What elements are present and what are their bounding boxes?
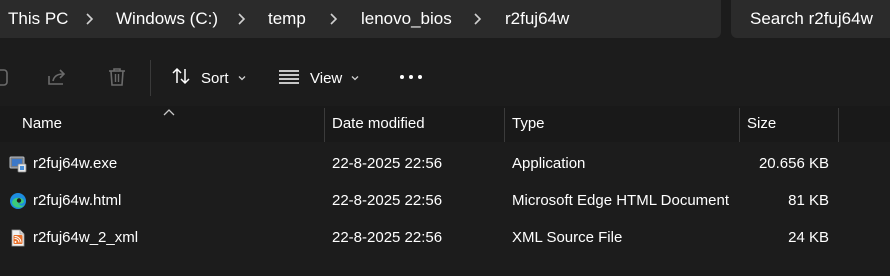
sort-icon [171,66,191,90]
breadcrumb-this-pc[interactable]: This PC [8,9,68,29]
file-row[interactable]: r2fuj64w.exe 22-8-2025 22:56 Application… [0,145,890,182]
file-row[interactable]: r2fuj64w_2_xml 22-8-2025 22:56 XML Sourc… [0,219,890,256]
file-row[interactable]: r2fuj64w.html 22-8-2025 22:56 Microsoft … [0,182,890,219]
address-row: This PC Windows (C:) temp lenovo_bios r2… [0,0,890,48]
file-type: Application [512,155,586,172]
sort-ascending-icon [163,104,175,116]
file-explorer-window: This PC Windows (C:) temp lenovo_bios r2… [0,0,890,276]
breadcrumb-windows-c[interactable]: Windows (C:) [116,9,218,29]
column-header-type[interactable]: Type [512,106,545,142]
file-date-modified: 22-8-2025 22:56 [332,192,443,209]
file-type: Microsoft Edge HTML Document [512,192,730,209]
column-divider[interactable] [324,108,325,142]
sort-label: Sort [201,69,229,87]
search-input[interactable]: Search r2fuj64w [731,0,890,38]
view-icon [278,66,300,90]
chevron-down-icon [237,70,247,87]
file-name: r2fuj64w_2_xml [33,229,139,246]
breadcrumb-r2fuj64w[interactable]: r2fuj64w [505,9,569,29]
breadcrumb-temp[interactable]: temp [268,9,306,29]
file-size: 81 KB [788,192,829,209]
breadcrumb-lenovo-bios[interactable]: lenovo_bios [361,9,452,29]
file-name: r2fuj64w.exe [33,155,118,172]
search-placeholder: Search r2fuj64w [750,9,873,28]
breadcrumb-separator-icon[interactable] [327,9,341,29]
chevron-down-icon [350,70,360,87]
file-type: XML Source File [512,229,623,246]
column-headers: Name Date modified Type Size [0,106,890,142]
xml-file-icon [9,229,27,247]
delete-icon[interactable] [106,66,128,88]
application-icon [9,155,27,173]
column-header-size[interactable]: Size [747,106,776,142]
column-divider[interactable] [504,108,505,142]
breadcrumb-separator-icon[interactable] [235,9,249,29]
column-header-date-modified[interactable]: Date modified [332,106,425,142]
column-header-name[interactable]: Name [22,106,62,142]
view-button[interactable]: View [278,65,360,91]
address-bar[interactable]: This PC Windows (C:) temp lenovo_bios r2… [0,0,721,38]
column-divider[interactable] [739,108,740,142]
file-name: r2fuj64w.html [33,192,122,209]
breadcrumb-separator-icon[interactable] [83,9,97,29]
command-divider [150,60,151,96]
file-size: 20.656 KB [758,155,829,172]
breadcrumb-separator-icon[interactable] [471,9,485,29]
copy-icon[interactable] [0,66,12,88]
column-divider[interactable] [838,108,839,142]
sort-button[interactable]: Sort [171,65,247,91]
more-icon[interactable] [399,66,422,88]
file-date-modified: 22-8-2025 22:56 [332,155,443,172]
command-bar: Sort View [0,48,890,106]
edge-icon [9,192,27,210]
view-label: View [310,69,343,87]
share-icon[interactable] [46,66,68,88]
file-size: 24 KB [788,229,829,246]
file-date-modified: 22-8-2025 22:56 [332,229,443,246]
